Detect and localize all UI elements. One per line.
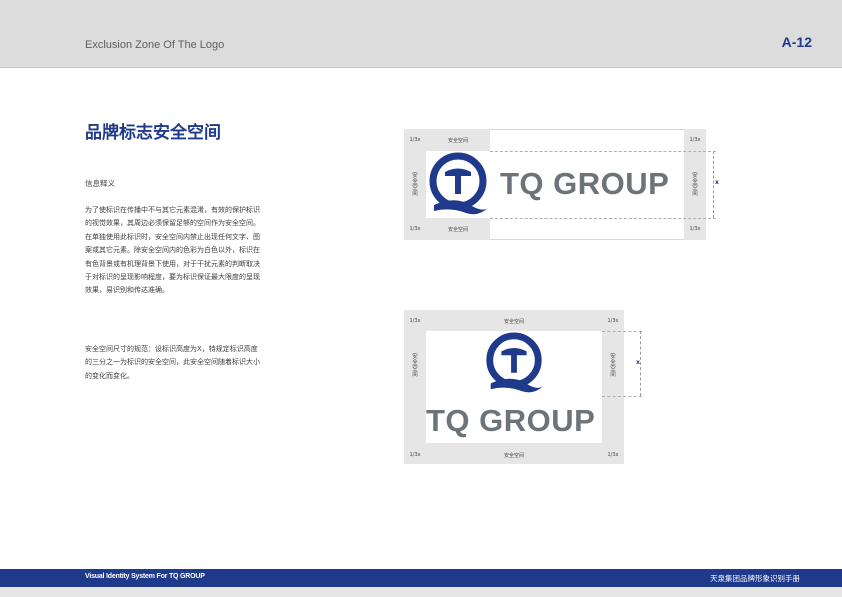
zone-label: 安全空间	[503, 453, 524, 459]
section-title: 品牌标志安全空间	[85, 123, 221, 143]
horizontal-logo-exclusion-diagram: 1/3x 安全空间 1/3x 1/3x 安全空间 1/3x 安全空间 安全空间 …	[404, 129, 719, 240]
zone-label-vertical: 安全空间	[412, 173, 418, 197]
height-dimension-line	[713, 151, 714, 218]
description-paragraph-1: 为了使标识在传播中不与其它元素混淆，有效的保护标识的视觉效果，其周边必须保留足够…	[85, 206, 260, 295]
page-header	[0, 0, 842, 68]
fraction-label: 1/3x	[409, 318, 421, 324]
footer-left-text: Visual Identity System For TQ GROUP	[85, 573, 205, 580]
fraction-label: 1/3x	[607, 452, 619, 458]
logo-wordmark: TQ GROUP	[426, 403, 596, 438]
stacked-logo-exclusion-diagram: 1/3x 安全空间 1/3x 1/3x 安全空间 1/3x 安全空间 安全空间 …	[404, 310, 642, 464]
fraction-label: 1/3x	[409, 452, 421, 458]
zone-label-vertical: 安全空间	[610, 354, 616, 378]
fraction-label: 1/3x	[689, 137, 701, 143]
tq-emblem-icon	[486, 332, 544, 393]
zone-label-vertical: 安全空间	[692, 173, 698, 197]
guide-line	[490, 218, 716, 219]
guide-line	[490, 151, 716, 152]
header-title: Exclusion Zone Of The Logo	[85, 39, 225, 51]
footer-strip	[0, 587, 842, 597]
footer-right-text: 天泉集团品牌形象识别手册	[710, 574, 800, 583]
zone-label-vertical: 安全空间	[412, 354, 418, 378]
guide-line	[602, 396, 642, 397]
x-dimension-mark: x	[715, 179, 719, 186]
zone-label: 安全空间	[447, 227, 468, 233]
zone-label: 安全空间	[447, 138, 468, 144]
description-paragraph-2: 安全空间尺寸的规范：设标识高度为X，特规定标识高度的三分之一为标识的安全空间，此…	[85, 345, 260, 380]
x-dimension-mark: x	[636, 359, 640, 366]
fraction-label: 1/3x	[607, 318, 619, 324]
height-dimension-line	[640, 331, 641, 396]
zone-label: 安全空间	[503, 319, 524, 325]
sub-heading: 信息释义	[85, 179, 115, 188]
fraction-label: 1/3x	[689, 226, 701, 232]
guide-line	[602, 331, 642, 332]
logo-wordmark: TQ GROUP	[500, 166, 670, 201]
fraction-label: 1/3x	[409, 137, 421, 143]
tq-emblem-icon	[429, 152, 488, 215]
fraction-label: 1/3x	[409, 226, 421, 232]
page-number: A-12	[781, 34, 812, 50]
